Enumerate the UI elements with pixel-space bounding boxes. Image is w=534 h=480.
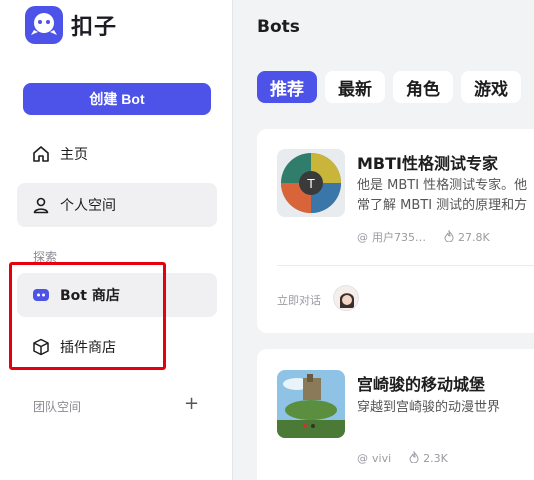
bot-avatar-mbti: T (277, 149, 345, 217)
bot-author: vivi (372, 452, 392, 465)
sidebar: 扣子 创建 Bot 主页 个人空间 探索 Bot 商店 插件商店 团队空间 + (0, 0, 233, 480)
bot-name: 宫崎骏的移动城堡 (357, 375, 486, 394)
sidebar-item-label: 个人空间 (60, 198, 116, 214)
tab-games[interactable]: 游戏 (461, 71, 521, 103)
home-icon (32, 145, 50, 163)
sidebar-item-personal[interactable]: 个人空间 (17, 183, 217, 227)
creator-avatar (333, 285, 359, 311)
at-icon: @ (357, 230, 368, 244)
bot-meta: @ 用户735… 27.8K (357, 228, 490, 245)
user-icon (32, 196, 50, 214)
tab-characters[interactable]: 角色 (393, 71, 453, 103)
start-chat-link[interactable]: 立即对话 (277, 292, 321, 308)
add-team-icon[interactable]: + (184, 395, 199, 413)
tab-recommended[interactable]: 推荐 (257, 71, 317, 103)
create-bot-button[interactable]: 创建 Bot (23, 83, 211, 115)
bot-meta: @ vivi 2.3K (357, 450, 448, 466)
sidebar-item-home[interactable]: 主页 (17, 132, 217, 176)
category-tabs: 推荐 最新 角色 游戏 (257, 71, 521, 103)
at-icon: @ (357, 452, 368, 465)
svg-text:T: T (306, 177, 315, 191)
bot-description: 他是 MBTI 性格测试专家。他 常了解 MBTI 测试的原理和方 (357, 178, 528, 213)
bot-usage-count: 27.8K (458, 230, 490, 244)
bot-author: 用户735… (372, 231, 426, 244)
bot-description: 穿越到宫崎骏的动漫世界 (357, 400, 501, 415)
bot-icon (32, 286, 50, 304)
page-title: Bots (257, 17, 300, 37)
sidebar-item-label: Bot 商店 (60, 288, 120, 304)
section-label-explore: 探索 (33, 250, 58, 264)
cube-icon (32, 338, 50, 356)
bot-avatar-castle (277, 370, 345, 438)
section-label-team: 团队空间 (33, 400, 82, 414)
coze-logo-icon (25, 6, 63, 44)
card-divider (277, 265, 534, 266)
sidebar-item-label: 插件商店 (60, 340, 116, 356)
sidebar-item-label: 主页 (60, 147, 88, 163)
tab-latest[interactable]: 最新 (325, 71, 385, 103)
brand-logo[interactable]: 扣子 (25, 6, 117, 44)
fire-icon (409, 450, 419, 466)
bot-usage-count: 2.3K (423, 452, 448, 465)
sidebar-item-plugin-store[interactable]: 插件商店 (17, 325, 217, 369)
bot-card[interactable]: T MBTI性格测试专家 他是 MBTI 性格测试专家。他 常了解 MBTI 测… (257, 129, 534, 333)
brand-name: 扣子 (71, 15, 118, 40)
bot-name: MBTI性格测试专家 (357, 154, 498, 173)
sidebar-item-bot-store[interactable]: Bot 商店 (17, 273, 217, 317)
bot-card[interactable]: 宫崎骏的移动城堡 穿越到宫崎骏的动漫世界 @ vivi 2.3K (257, 349, 534, 480)
fire-icon (444, 228, 454, 245)
